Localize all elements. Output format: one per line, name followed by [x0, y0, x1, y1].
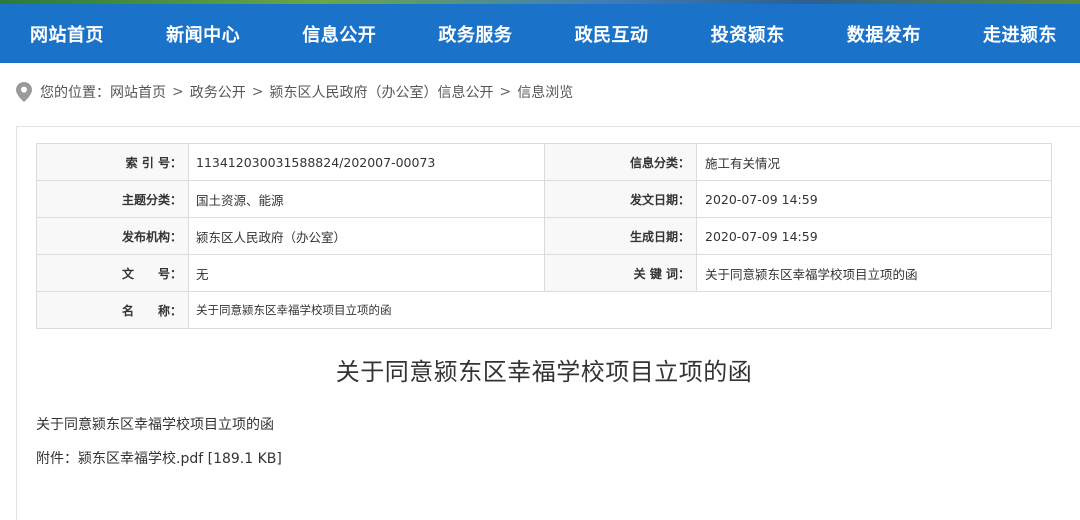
keywords-value: 关于同意颍东区幸福学校项目立项的函 [696, 254, 1052, 292]
breadcrumb-office-disclosure-link[interactable]: 颍东区人民政府（办公室）信息公开 [269, 82, 493, 102]
breadcrumb-separator: > [172, 84, 184, 100]
attachment-size: [189.1 KB] [207, 451, 282, 467]
breadcrumb-separator: > [499, 84, 512, 100]
issue-date-value: 2020-07-09 14:59 [696, 180, 1052, 218]
info-category-label: 信息分类： [544, 143, 697, 181]
main-nav: 网站首页 新闻中心 信息公开 政务服务 政民互动 投资颍东 数据发布 走进颍东 [0, 4, 1080, 63]
publishing-org-value: 颍东区人民政府（办公室） [188, 217, 545, 255]
nav-item-home[interactable]: 网站首页 [30, 21, 104, 47]
breadcrumb-prefix: 您的位置： [40, 85, 110, 101]
index-number-value: 11341203003158882​4/202007-00073 [188, 143, 545, 181]
breadcrumb-current-page[interactable]: 信息浏览 [517, 82, 573, 102]
breadcrumb-home-link[interactable]: 网站首页 [110, 82, 166, 102]
meta-row: 名 称： 关于同意颍东区幸福学校项目立项的函 [36, 291, 1052, 329]
topic-category-value: 国土资源、能源 [188, 180, 545, 218]
breadcrumb: 您的位置： 网站首页 > 政务公开 > 颍东区人民政府（办公室）信息公开 > 信… [16, 82, 573, 102]
generated-date-label: 生成日期： [544, 217, 697, 255]
attachment-prefix: 附件： [36, 451, 78, 467]
document-name-label: 名 称： [36, 291, 189, 329]
article-title: 关于同意颍东区幸福学校项目立项的函 [335, 358, 753, 386]
nav-item-about[interactable]: 走进颍东 [983, 21, 1057, 47]
document-meta-table: 索 引 号： 11341203003158882​4/202007-00073 … [36, 143, 1052, 329]
attachment-line: 附件：颍东区幸福学校.pdf [189.1 KB] [36, 448, 282, 468]
meta-row: 索 引 号： 11341203003158882​4/202007-00073 … [36, 143, 1052, 181]
info-category-value: 施工有关情况 [696, 143, 1052, 181]
attachment-link[interactable]: 颍东区幸福学校.pdf [78, 451, 203, 467]
publishing-org-label: 发布机构： [36, 217, 189, 255]
document-name-value: 关于同意颍东区幸福学校项目立项的函 [188, 291, 1052, 329]
meta-row: 发布机构： 颍东区人民政府（办公室） 生成日期： 2020-07-09 14:5… [36, 217, 1052, 255]
meta-row: 文 号： 无 关 键 词： 关于同意颍东区幸福学校项目立项的函 [36, 254, 1052, 292]
topic-category-label: 主题分类： [36, 180, 189, 218]
nav-item-info-disclosure[interactable]: 信息公开 [302, 21, 376, 47]
document-number-label: 文 号： [36, 254, 189, 292]
nav-item-data-release[interactable]: 数据发布 [847, 21, 921, 47]
generated-date-value: 2020-07-09 14:59 [696, 217, 1052, 255]
nav-item-investment[interactable]: 投资颍东 [711, 21, 785, 47]
document-number-value: 无 [188, 254, 545, 292]
breadcrumb-separator: > [251, 84, 264, 100]
issue-date-label: 发文日期： [544, 180, 697, 218]
article-paragraph: 关于同意颍东区幸福学校项目立项的函 [36, 417, 274, 433]
nav-item-gov-services[interactable]: 政务服务 [438, 21, 512, 47]
breadcrumb-gov-affairs-link[interactable]: 政务公开 [190, 82, 246, 102]
keywords-label: 关 键 词： [544, 254, 697, 292]
meta-row: 主题分类： 国土资源、能源 发文日期： 2020-07-09 14:59 [36, 180, 1052, 218]
location-pin-icon [16, 82, 32, 102]
nav-item-news[interactable]: 新闻中心 [166, 21, 240, 47]
index-number-label: 索 引 号： [36, 143, 189, 181]
nav-item-interaction[interactable]: 政民互动 [575, 21, 649, 47]
